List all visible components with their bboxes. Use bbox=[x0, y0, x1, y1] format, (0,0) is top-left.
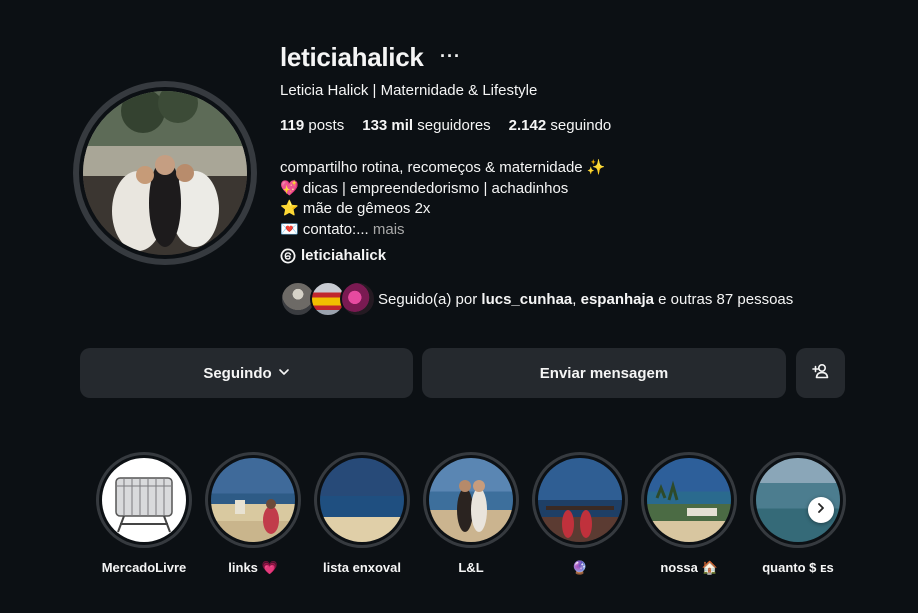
threads-link[interactable]: leticiahalick bbox=[280, 247, 386, 264]
story-highlight[interactable]: MercadoLivre bbox=[96, 452, 192, 575]
bio-line: compartilho rotina, recomeços & maternid… bbox=[280, 159, 606, 176]
story-highlight[interactable]: nossa 🏠 bbox=[641, 452, 737, 576]
mutual-avatars bbox=[280, 281, 376, 317]
highlight-cover bbox=[538, 458, 622, 542]
send-message-label: Enviar mensagem bbox=[539, 364, 669, 382]
highlight-gap bbox=[644, 455, 734, 545]
person-add-icon bbox=[811, 362, 830, 384]
highlight-ring bbox=[641, 452, 737, 548]
profile-avatar[interactable] bbox=[73, 81, 257, 265]
mutual-avatar bbox=[340, 281, 376, 317]
profile-username: leticiahalick bbox=[280, 42, 424, 72]
highlight-gap bbox=[317, 455, 407, 545]
followers-stat[interactable]: 133 mil seguidores bbox=[362, 117, 490, 134]
highlights-next-button[interactable] bbox=[808, 497, 834, 523]
followers-count: 133 mil bbox=[362, 117, 414, 134]
followed-by[interactable]: Seguido(a) por lucs_cunhaa, espanhaja e … bbox=[280, 281, 793, 317]
story-highlight[interactable]: L&L bbox=[423, 452, 519, 575]
highlight-cover bbox=[102, 458, 186, 542]
highlight-label: links 💗 bbox=[228, 560, 278, 575]
highlight-gap bbox=[426, 455, 516, 545]
bio-more-link[interactable]: mais bbox=[369, 221, 405, 238]
followed-by-suffix: e outras 87 pessoas bbox=[654, 290, 794, 308]
highlight-label: quanto $ ᴇs bbox=[762, 560, 834, 575]
following-stat[interactable]: 2.142 seguindo bbox=[509, 117, 612, 134]
story-highlight[interactable]: links 💗 bbox=[205, 452, 301, 576]
chevron-right-icon bbox=[815, 501, 827, 519]
profile-bio: compartilho rotina, recomeços & maternid… bbox=[280, 158, 606, 240]
posts-label: posts bbox=[308, 117, 345, 134]
bio-line: 💖 dicas | empreendedorismo | achadinhos bbox=[280, 179, 569, 197]
posts-stat: 119 posts bbox=[280, 117, 344, 134]
more-options-icon[interactable]: ··· bbox=[440, 46, 461, 67]
highlight-cover bbox=[429, 458, 513, 542]
threads-handle: leticiahalick bbox=[301, 247, 387, 264]
avatar-gap bbox=[79, 87, 251, 259]
following-button[interactable]: Seguindo bbox=[80, 348, 413, 398]
followed-by-user: lucs_cunhaa bbox=[481, 290, 573, 308]
story-highlight[interactable]: lista enxoval bbox=[314, 452, 410, 575]
highlight-ring bbox=[532, 452, 628, 548]
bio-line-contact: 💌 contato:... mais bbox=[280, 220, 606, 241]
following-label: seguindo bbox=[550, 117, 612, 134]
posts-count: 119 bbox=[280, 117, 305, 134]
followed-by-text: Seguido(a) por lucs_cunhaa, espanhaja e … bbox=[378, 291, 793, 308]
bio-contact-text: 💌 contato:... bbox=[280, 220, 369, 238]
highlight-ring bbox=[750, 452, 846, 548]
highlight-label: 🔮 bbox=[571, 560, 589, 575]
highlight-label: L&L bbox=[458, 560, 484, 575]
threads-icon bbox=[280, 248, 296, 264]
highlight-gap bbox=[99, 455, 189, 545]
highlight-cover bbox=[647, 458, 731, 542]
highlight-gap bbox=[208, 455, 298, 545]
followed-by-user: espanhaja bbox=[580, 290, 654, 308]
following-count: 2.142 bbox=[508, 117, 547, 134]
highlight-label: nossa 🏠 bbox=[660, 560, 718, 575]
highlight-cover bbox=[320, 458, 404, 542]
highlight-label: lista enxoval bbox=[322, 560, 402, 575]
chevron-down-icon bbox=[278, 365, 290, 382]
highlight-gap bbox=[535, 455, 625, 545]
highlight-cover bbox=[211, 458, 295, 542]
highlight-ring bbox=[314, 452, 410, 548]
followed-by-prefix: Seguido(a) por bbox=[378, 290, 482, 308]
highlight-label: MercadoLivre bbox=[101, 560, 187, 575]
highlight-ring bbox=[96, 452, 192, 548]
bio-line: ⭐ mãe de gêmeos 2x bbox=[280, 200, 431, 217]
avatar-photo bbox=[83, 91, 247, 255]
followed-by-separator: , bbox=[572, 290, 581, 308]
profile-full-name: Leticia Halick | Maternidade & Lifestyle bbox=[280, 82, 538, 99]
followers-label: seguidores bbox=[417, 117, 491, 134]
highlight-ring bbox=[205, 452, 301, 548]
story-highlight[interactable]: 🔮 bbox=[532, 452, 628, 576]
send-message-button[interactable]: Enviar mensagem bbox=[422, 348, 786, 398]
following-button-label: Seguindo bbox=[203, 364, 272, 382]
highlight-ring bbox=[423, 452, 519, 548]
profile-stats: 119 posts 133 mil seguidores 2.142 segui… bbox=[280, 117, 611, 134]
add-user-button[interactable] bbox=[796, 348, 845, 398]
